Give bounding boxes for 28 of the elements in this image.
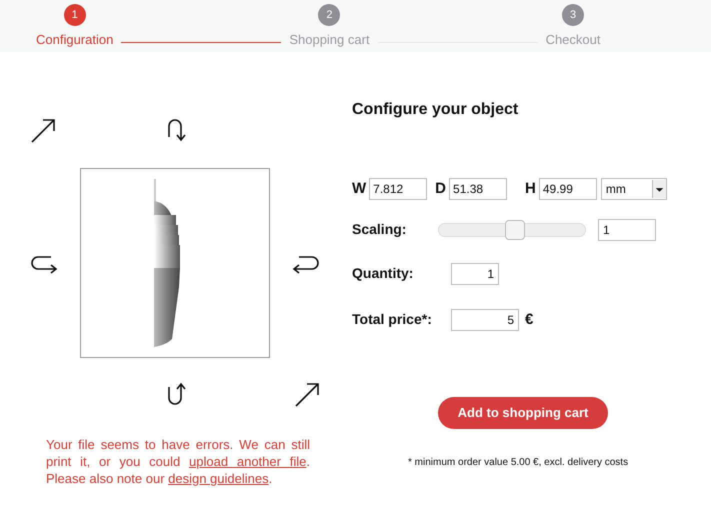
error-link[interactable]: design guidelines	[168, 471, 269, 486]
configurator-title: Configure your object	[352, 100, 520, 120]
total-price-label: Total price*:	[352, 310, 433, 330]
error-message: Your file seems to have errors. We can still print it, or you could upload another file. Please also note our design guidelines.	[46, 436, 310, 487]
dimension-field[interactable]: 7.812	[369, 178, 428, 200]
step-number: 3	[562, 4, 584, 26]
step-number: 1	[64, 4, 86, 26]
dimension-label: W	[352, 179, 366, 199]
dropdown-caret-icon	[652, 180, 666, 198]
slider-thumb[interactable]	[504, 220, 525, 240]
error-link[interactable]: upload another file	[189, 454, 306, 469]
diagonal-arrow-icon[interactable]	[29, 117, 57, 145]
dimension-field[interactable]: 49.99	[538, 178, 597, 200]
step-tab[interactable]: 1 Configuration	[36, 4, 114, 50]
add-to-cart-button[interactable]: Add to shopping cart	[438, 397, 608, 429]
dimension-label: D	[435, 179, 446, 199]
unit-select[interactable]: mm	[600, 178, 667, 200]
dimension-label: H	[525, 179, 536, 199]
scaling-field[interactable]: 1	[598, 218, 656, 240]
total-price-field[interactable]: 5	[451, 308, 519, 331]
quantity-label: Quantity:	[352, 264, 414, 283]
dimension-field[interactable]: 51.38	[449, 178, 508, 200]
step-number: 2	[318, 4, 340, 26]
footnote: * minimum order value 5.00 €, excl. delivery costs	[408, 456, 630, 470]
scaling-label: Scaling:	[352, 220, 408, 239]
currency-symbol: €	[525, 310, 534, 330]
quantity-field[interactable]: 1	[451, 262, 499, 284]
diagonal-arrow-icon[interactable]	[293, 381, 321, 409]
